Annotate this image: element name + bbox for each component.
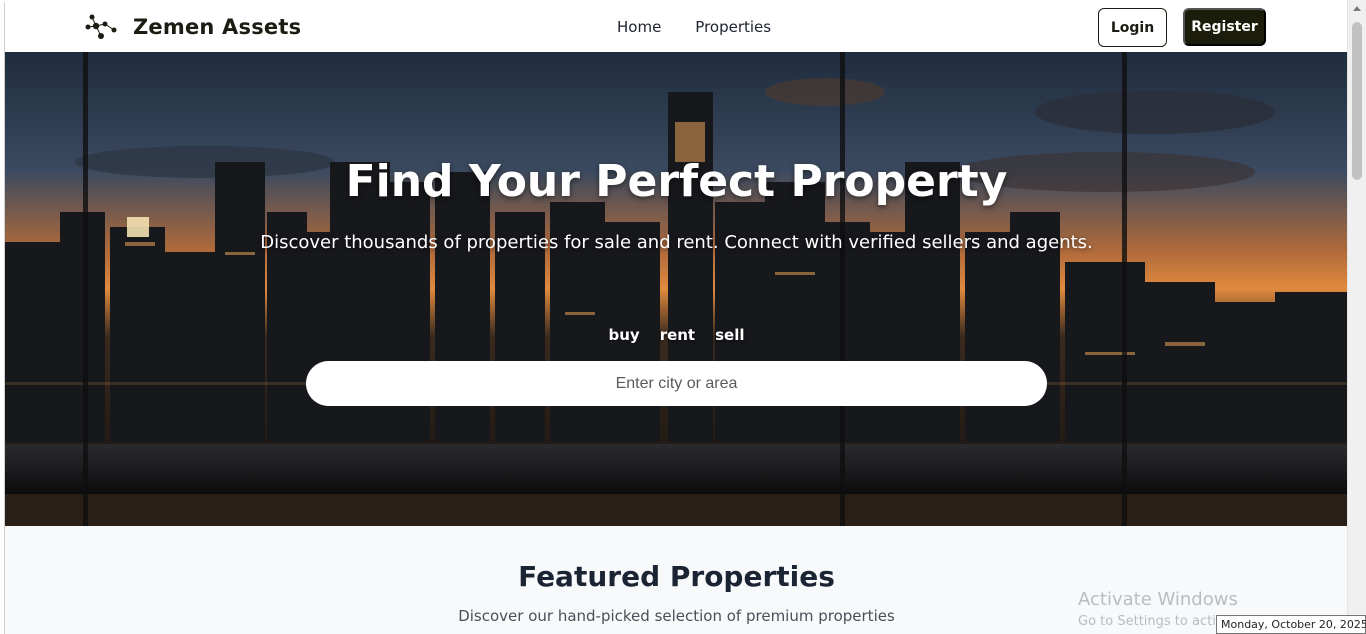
main-nav: Home Properties xyxy=(617,18,805,36)
location-search-input[interactable] xyxy=(306,361,1047,406)
mode-tab-sell[interactable]: sell xyxy=(715,326,744,344)
mode-tab-buy[interactable]: buy xyxy=(608,326,639,344)
page-scrollbar[interactable] xyxy=(1347,0,1366,634)
date-tooltip: Monday, October 20, 2025 xyxy=(1216,615,1366,634)
hero-subtitle: Discover thousands of properties for sal… xyxy=(260,232,1093,253)
listing-mode-tabs: buy rent sell xyxy=(5,326,1347,344)
molecule-logo-icon xyxy=(85,14,117,39)
brand-name: Zemen Assets xyxy=(133,15,302,39)
scroll-thumb[interactable] xyxy=(1352,22,1362,180)
navbar: Zemen Assets Home Properties Login Regis… xyxy=(5,2,1347,52)
login-button[interactable]: Login xyxy=(1098,8,1167,47)
browser-viewport: Zemen Assets Home Properties Login Regis… xyxy=(4,2,1347,634)
nav-link-properties[interactable]: Properties xyxy=(695,18,771,36)
brand[interactable]: Zemen Assets xyxy=(85,11,301,43)
activate-windows-title: Activate Windows xyxy=(1078,589,1238,610)
hero-title: Find Your Perfect Property xyxy=(345,156,1008,207)
hero-section: Find Your Perfect Property Discover thou… xyxy=(5,52,1347,526)
mode-tab-rent[interactable]: rent xyxy=(660,326,695,344)
city-skyline-background xyxy=(5,52,1347,526)
register-button[interactable]: Register xyxy=(1183,8,1266,46)
nav-link-home[interactable]: Home xyxy=(617,18,661,36)
scroll-up-arrow-icon[interactable] xyxy=(1353,6,1361,11)
